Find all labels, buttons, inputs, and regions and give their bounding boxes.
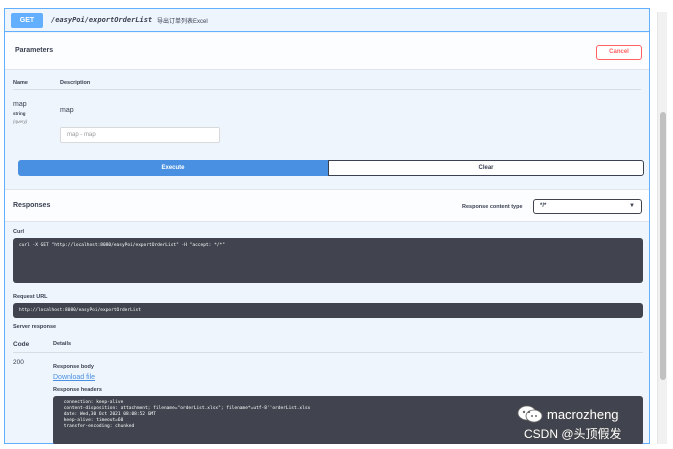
details-column-header: Details	[53, 341, 72, 347]
watermark-csdn: CSDN @头顶假发	[524, 427, 622, 441]
execute-row: Execute Clear	[18, 160, 644, 176]
response-content-type-value: */*	[540, 203, 547, 209]
vertical-scrollbar[interactable]	[657, 12, 667, 444]
param-name: map	[13, 101, 27, 108]
parameters-title: Parameters	[15, 47, 54, 54]
response-content-type-select[interactable]: */* ▼	[533, 199, 642, 214]
response-headers-label: Response headers	[53, 387, 102, 393]
response-content-type-label: Response content type	[462, 204, 523, 210]
parameters-header: Parameters Cancel	[5, 33, 649, 70]
chevron-down-icon: ▼	[629, 203, 635, 209]
request-url-label: Request URL	[13, 294, 48, 300]
code-header-divider	[13, 352, 643, 353]
clear-button[interactable]: Clear	[328, 160, 644, 176]
response-body-label: Response body	[53, 364, 94, 370]
param-location: (query)	[13, 119, 28, 124]
server-response-label: Server response	[13, 324, 57, 330]
operation-block: GET /easyPoi/exportOrderList 导出订单列表Excel…	[4, 8, 650, 444]
response-code: 200	[13, 359, 24, 366]
method-badge: GET	[11, 13, 43, 28]
execute-button[interactable]: Execute	[18, 160, 328, 176]
param-description: map	[60, 107, 74, 114]
watermark-brand-text: macrozheng	[547, 406, 619, 422]
operation-description: 导出订单列表Excel	[157, 19, 208, 25]
swagger-frame: GET /easyPoi/exportOrderList 导出订单列表Excel…	[4, 8, 650, 444]
column-header-description: Description	[60, 80, 91, 86]
code-column-header: Code	[13, 341, 30, 348]
watermark-brand: macrozheng	[517, 405, 619, 423]
cancel-button[interactable]: Cancel	[596, 45, 642, 60]
operation-path: /easyPoi/exportOrderList	[51, 16, 153, 24]
responses-title: Responses	[13, 202, 51, 209]
param-map-input[interactable]: map - map	[60, 127, 220, 143]
parameters-table: Name Description map string (query) map …	[5, 71, 649, 199]
wechat-icon	[517, 405, 543, 423]
operation-summary[interactable]: GET /easyPoi/exportOrderList 导出订单列表Excel	[5, 9, 649, 32]
column-divider	[13, 89, 641, 90]
curl-label: Curl	[13, 229, 24, 235]
responses-header: Responses Response content type */* ▼	[5, 189, 649, 222]
param-type: string	[13, 111, 26, 116]
curl-command-box[interactable]: curl -X GET "http://localhost:8080/easyP…	[13, 238, 643, 283]
column-header-name: Name	[13, 80, 28, 86]
request-url-box[interactable]: http://localhost:8080/easyPoi/exportOrde…	[13, 303, 643, 318]
download-file-link[interactable]: Download file	[53, 374, 95, 381]
scrollbar-thumb[interactable]	[660, 112, 666, 380]
